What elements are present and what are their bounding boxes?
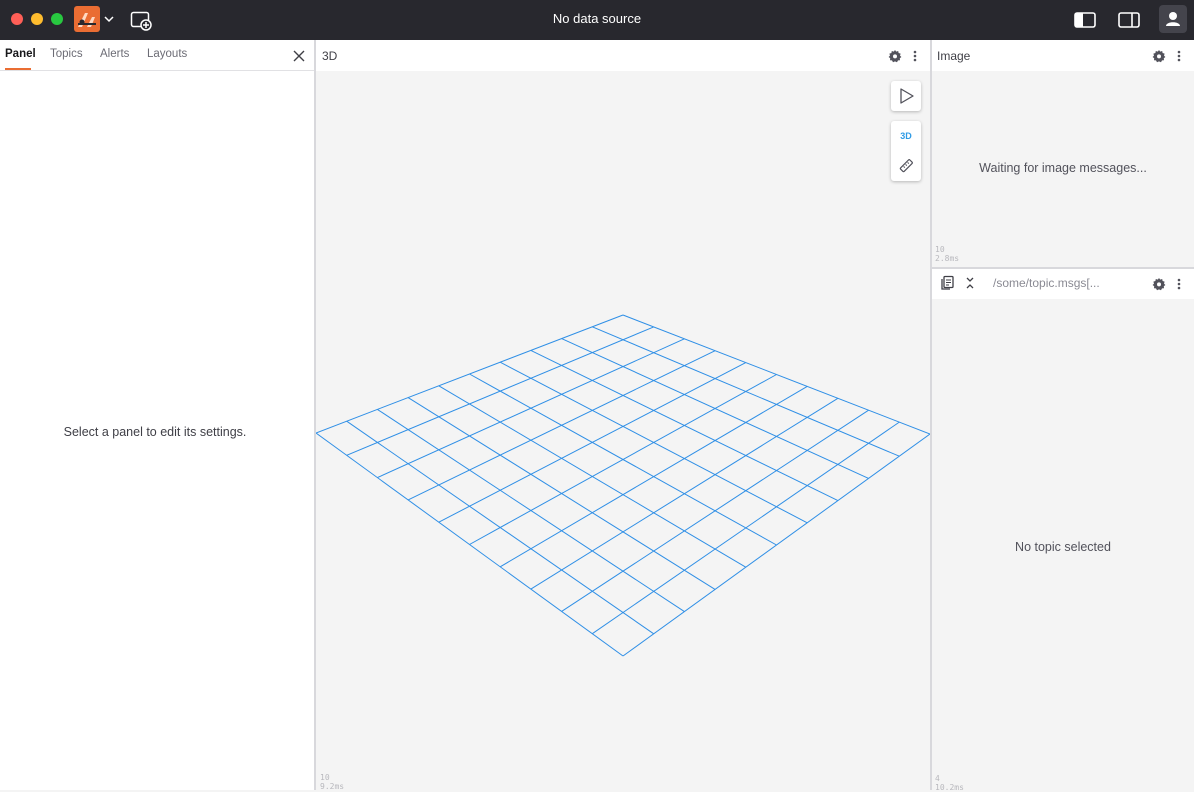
collapse-all-icon[interactable] <box>964 276 976 290</box>
more-options-icon[interactable] <box>913 49 917 63</box>
frame-time: 2.8ms <box>935 254 960 263</box>
left-sidebar-toggle-icon[interactable] <box>1071 7 1099 33</box>
chevron-down-icon[interactable] <box>103 13 115 25</box>
fps-counter: 10 <box>935 245 945 254</box>
panel-3d-title: 3D <box>322 49 338 63</box>
tab-topics[interactable]: Topics <box>50 48 83 60</box>
tab-alerts[interactable]: Alerts <box>100 48 129 60</box>
panel-image-title: Image <box>937 49 971 63</box>
grid-line <box>561 338 869 479</box>
frame-time: 10.2ms <box>935 783 964 792</box>
grid-line <box>499 385 808 568</box>
gear-icon[interactable] <box>1152 49 1166 63</box>
active-tab-indicator <box>5 68 31 70</box>
sidebar-empty-message: Select a panel to edit its settings. <box>63 425 247 439</box>
fps-counter: 4 <box>935 774 940 783</box>
panel-raw-header: /some/topic.msgs[... <box>932 269 1194 299</box>
camera-tool-group: 3D <box>891 121 921 181</box>
left-sidebar: Panel Topics Alerts Layouts Select a pan… <box>0 40 314 790</box>
panel-raw-messages: /some/topic.msgs[... No topic selected 4… <box>932 269 1194 792</box>
panel-image: Image Waiting for image messages... 10 2… <box>932 40 1194 267</box>
tab-layouts[interactable]: Layouts <box>147 48 187 60</box>
grid-line <box>592 326 900 457</box>
select-tool-button[interactable] <box>891 81 921 111</box>
panel-raw-stats: 4 10.2ms <box>935 774 964 792</box>
grid-line <box>530 397 839 590</box>
cursor-arrow-icon <box>900 88 914 104</box>
window-minimize-button[interactable] <box>31 13 43 25</box>
user-account-button[interactable] <box>1159 5 1187 33</box>
right-column: Image Waiting for image messages... 10 2… <box>932 40 1194 792</box>
panel-image-header: Image <box>932 40 1194 71</box>
panel-divider-horizontal[interactable] <box>932 267 1194 269</box>
sidebar-tabs: Panel Topics Alerts Layouts <box>0 40 314 71</box>
right-sidebar-toggle-icon[interactable] <box>1115 7 1143 33</box>
grid-line <box>530 349 839 502</box>
topic-path-input[interactable]: /some/topic.msgs[... <box>993 276 1100 290</box>
image-waiting-message: Waiting for image messages... <box>979 161 1147 175</box>
tab-panel[interactable]: Panel <box>5 48 36 60</box>
window-close-button[interactable] <box>11 13 23 25</box>
title-bar: No data source <box>0 0 1194 40</box>
copy-icon[interactable] <box>939 275 955 291</box>
window-maximize-button[interactable] <box>51 13 63 25</box>
ground-grid[interactable] <box>316 71 930 790</box>
panel-3d: 3D 3D 10 9.2ms <box>316 40 930 791</box>
user-icon <box>1166 12 1180 26</box>
grid-line <box>592 421 900 635</box>
gear-icon[interactable] <box>1152 277 1166 291</box>
grid-line <box>499 361 808 524</box>
window-title: No data source <box>552 11 642 26</box>
no-topic-message: No topic selected <box>1015 540 1111 554</box>
grid-line <box>622 314 930 435</box>
panel-3d-header: 3D <box>316 40 930 71</box>
ruler-icon[interactable] <box>898 158 914 174</box>
toggle-3d-button[interactable]: 3D <box>891 121 921 151</box>
panel-image-stats: 10 2.8ms <box>935 245 959 263</box>
close-icon[interactable] <box>292 49 306 63</box>
panel-3d-stats: 10 9.2ms <box>320 773 344 791</box>
add-panel-icon[interactable] <box>130 9 152 31</box>
app-logo-icon[interactable] <box>74 6 100 32</box>
more-options-icon[interactable] <box>1177 277 1181 291</box>
more-options-icon[interactable] <box>1177 49 1181 63</box>
gear-icon[interactable] <box>888 49 902 63</box>
fps-counter: 10 <box>320 773 330 782</box>
